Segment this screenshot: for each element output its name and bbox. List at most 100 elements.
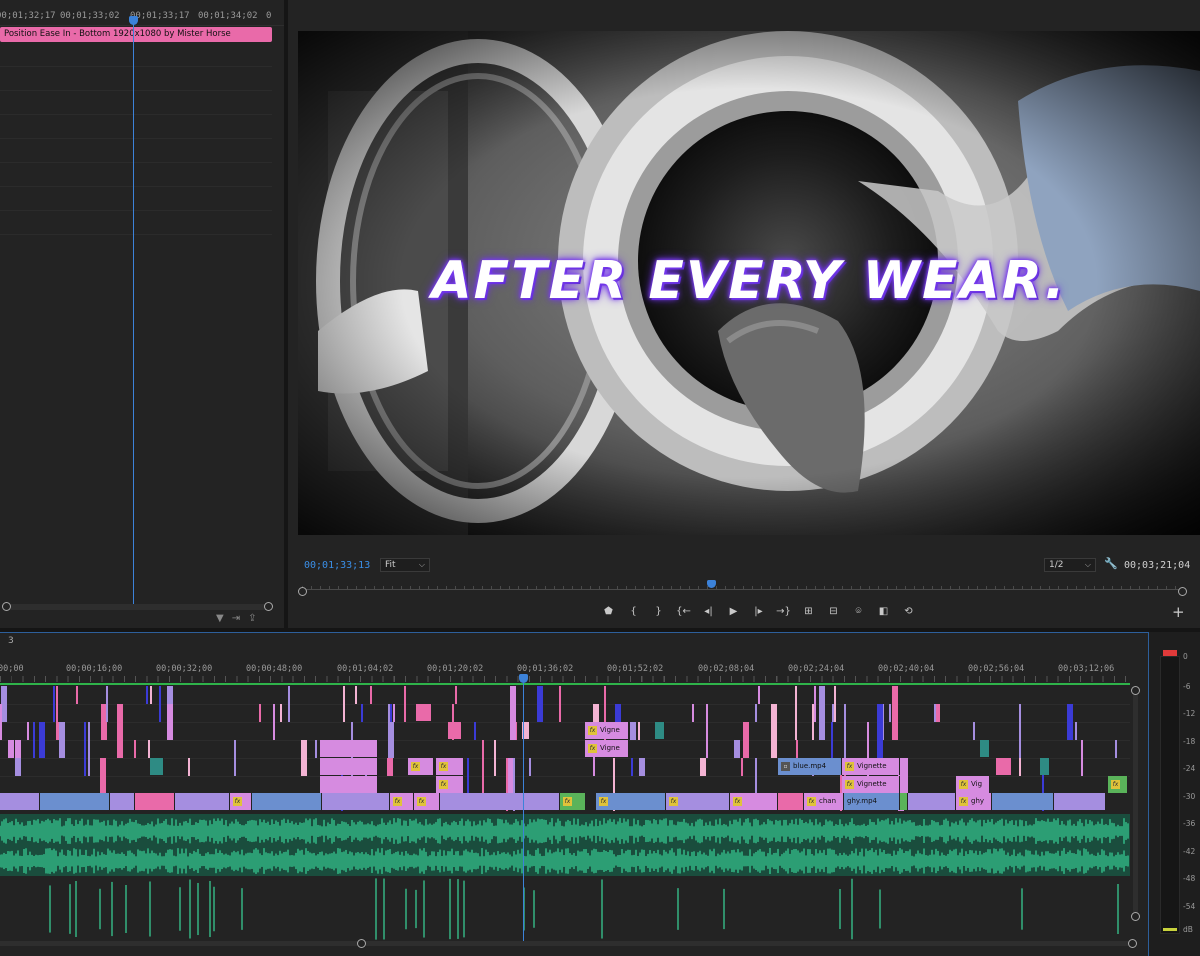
audio-track-a1[interactable] xyxy=(0,814,1130,876)
button-editor-plus-icon[interactable]: + xyxy=(1172,603,1185,621)
video-clip[interactable]: fx Vignette xyxy=(842,758,900,775)
scroll-handle-left[interactable] xyxy=(357,939,366,948)
video-clip[interactable] xyxy=(992,793,1054,810)
video-clip[interactable]: fx xyxy=(436,758,464,775)
video-clip[interactable]: fx xyxy=(1108,776,1128,793)
export-icon[interactable]: ⇪ xyxy=(248,613,264,624)
video-clip[interactable] xyxy=(175,793,230,810)
effect-controls-ruler[interactable]: 00;01;32;17 00;01;33;02 00;01;33;17 00;0… xyxy=(0,0,284,26)
video-clip[interactable] xyxy=(996,758,1012,775)
video-clip[interactable] xyxy=(40,793,110,810)
current-timecode[interactable]: 00;01;33;13 xyxy=(304,560,370,571)
video-clip[interactable]: fx ghy xyxy=(956,793,992,810)
export-frame-icon[interactable]: ⌾ xyxy=(846,604,871,620)
video-clip[interactable] xyxy=(440,793,560,810)
mark-in-icon[interactable]: { xyxy=(621,604,646,620)
video-clip[interactable] xyxy=(320,776,378,793)
step-forward-icon[interactable]: |▸ xyxy=(746,604,771,620)
scroll-handle-left[interactable] xyxy=(2,602,11,611)
marker-icon[interactable]: ⬟ xyxy=(596,604,621,620)
effect-controls-playhead[interactable] xyxy=(129,16,138,25)
program-monitor-time-ruler[interactable] xyxy=(298,586,1187,596)
mark-out-icon[interactable]: } xyxy=(646,604,671,620)
video-clip[interactable]: fx xyxy=(390,793,414,810)
video-clip[interactable] xyxy=(416,704,432,721)
video-clip[interactable] xyxy=(900,793,908,810)
clip-edge xyxy=(834,686,836,722)
video-clip[interactable] xyxy=(908,793,956,810)
fx-badge-icon: fx xyxy=(588,725,597,735)
clip-edge xyxy=(877,704,883,758)
video-clip[interactable] xyxy=(252,793,322,810)
scroll-handle-right[interactable] xyxy=(264,602,273,611)
video-clip[interactable]: fx xyxy=(560,793,586,810)
zoom-level-select[interactable]: Fit ⌵ xyxy=(380,558,430,572)
video-clip[interactable] xyxy=(150,758,164,775)
video-clip[interactable]: fx Vignette xyxy=(842,776,900,793)
sequence-tab[interactable]: 3 xyxy=(8,636,14,646)
video-clip[interactable] xyxy=(1040,758,1050,775)
video-clip[interactable] xyxy=(980,740,990,757)
playback-resolution-select[interactable]: 1/2 ⌵ xyxy=(1044,558,1096,572)
video-clip[interactable]: fx Vigne xyxy=(585,740,629,757)
video-clip[interactable] xyxy=(320,758,378,775)
timeline-playhead[interactable] xyxy=(519,674,528,683)
play-icon[interactable]: ▶ xyxy=(721,604,746,620)
effect-controls-scrollbar[interactable] xyxy=(2,602,273,611)
go-to-out-icon[interactable]: →} xyxy=(771,604,796,620)
video-clip[interactable]: fx xyxy=(730,793,778,810)
clip-edge xyxy=(630,722,636,740)
video-clip[interactable]: fx xyxy=(408,758,434,775)
overwrite-icon[interactable]: ⊟ xyxy=(821,604,846,620)
comparison-view-icon[interactable]: ◧ xyxy=(871,604,896,620)
scroll-handle-top[interactable] xyxy=(1131,686,1140,695)
effect-controls-clip-bar[interactable]: Position Ease In - Bottom 1920x1080 by M… xyxy=(0,27,272,42)
ripple-icon[interactable]: ⇥ xyxy=(232,613,248,624)
timeline-vertical-scrollbar[interactable] xyxy=(1131,686,1140,921)
clip-edge xyxy=(167,686,173,704)
video-clip[interactable]: fx xyxy=(666,793,730,810)
ruler-zoom-handle-right[interactable] xyxy=(1178,587,1187,596)
video-clip[interactable] xyxy=(135,793,175,810)
fx-badge-icon: fx xyxy=(959,796,968,806)
audio-track-a2[interactable] xyxy=(0,878,1130,940)
video-clip[interactable]: fx Vigne xyxy=(585,722,629,739)
clip-label: Vignette xyxy=(857,780,887,788)
video-clip[interactable] xyxy=(0,793,40,810)
settings-wrench-icon[interactable]: 🔧 xyxy=(1104,557,1118,570)
step-back-icon[interactable]: ◂| xyxy=(696,604,721,620)
video-clip[interactable] xyxy=(110,793,135,810)
video-clip[interactable] xyxy=(655,722,665,739)
video-clip[interactable]: fx xyxy=(436,776,464,793)
video-clip[interactable]: fx xyxy=(414,793,440,810)
video-clip[interactable]: ▫ blue.mp4 xyxy=(778,758,842,775)
video-clip[interactable]: fx Vig xyxy=(956,776,990,793)
go-to-in-icon[interactable]: {← xyxy=(671,604,696,620)
filter-icon[interactable]: ▼ xyxy=(216,613,232,624)
scroll-handle-bottom[interactable] xyxy=(1131,912,1140,921)
video-clip[interactable]: fx xyxy=(230,793,252,810)
video-clip[interactable] xyxy=(1054,793,1106,810)
scroll-handle-right[interactable] xyxy=(1128,939,1137,948)
audio-waveform-left xyxy=(0,818,1129,844)
work-area-bar[interactable] xyxy=(0,683,1130,685)
clip-edge xyxy=(819,686,825,740)
clip-edge xyxy=(259,704,261,722)
fx-badge-icon: fx xyxy=(669,796,678,806)
timeline-ruler-tick: 00;02;08;04 xyxy=(698,664,755,674)
video-clip[interactable] xyxy=(320,740,378,757)
video-clip[interactable] xyxy=(448,722,462,739)
timeline-ruler-tick: 00;01;04;02 xyxy=(337,664,394,674)
db-label: -12 xyxy=(1183,709,1196,718)
video-clip[interactable]: fx xyxy=(596,793,666,810)
insert-icon[interactable]: ⊞ xyxy=(796,604,821,620)
program-monitor-video[interactable]: AFTER EVERY WEAR. xyxy=(298,31,1200,535)
video-clip[interactable] xyxy=(778,793,804,810)
proxy-toggle-icon[interactable]: ⟲ xyxy=(896,604,921,620)
video-clip[interactable]: ghy.mp4 xyxy=(844,793,900,810)
db-label: 0 xyxy=(1183,652,1188,661)
video-clip[interactable]: fx chan xyxy=(804,793,844,810)
timeline-horizontal-scrollbar[interactable] xyxy=(0,939,1137,948)
ruler-zoom-handle-left[interactable] xyxy=(298,587,307,596)
video-clip[interactable] xyxy=(322,793,390,810)
